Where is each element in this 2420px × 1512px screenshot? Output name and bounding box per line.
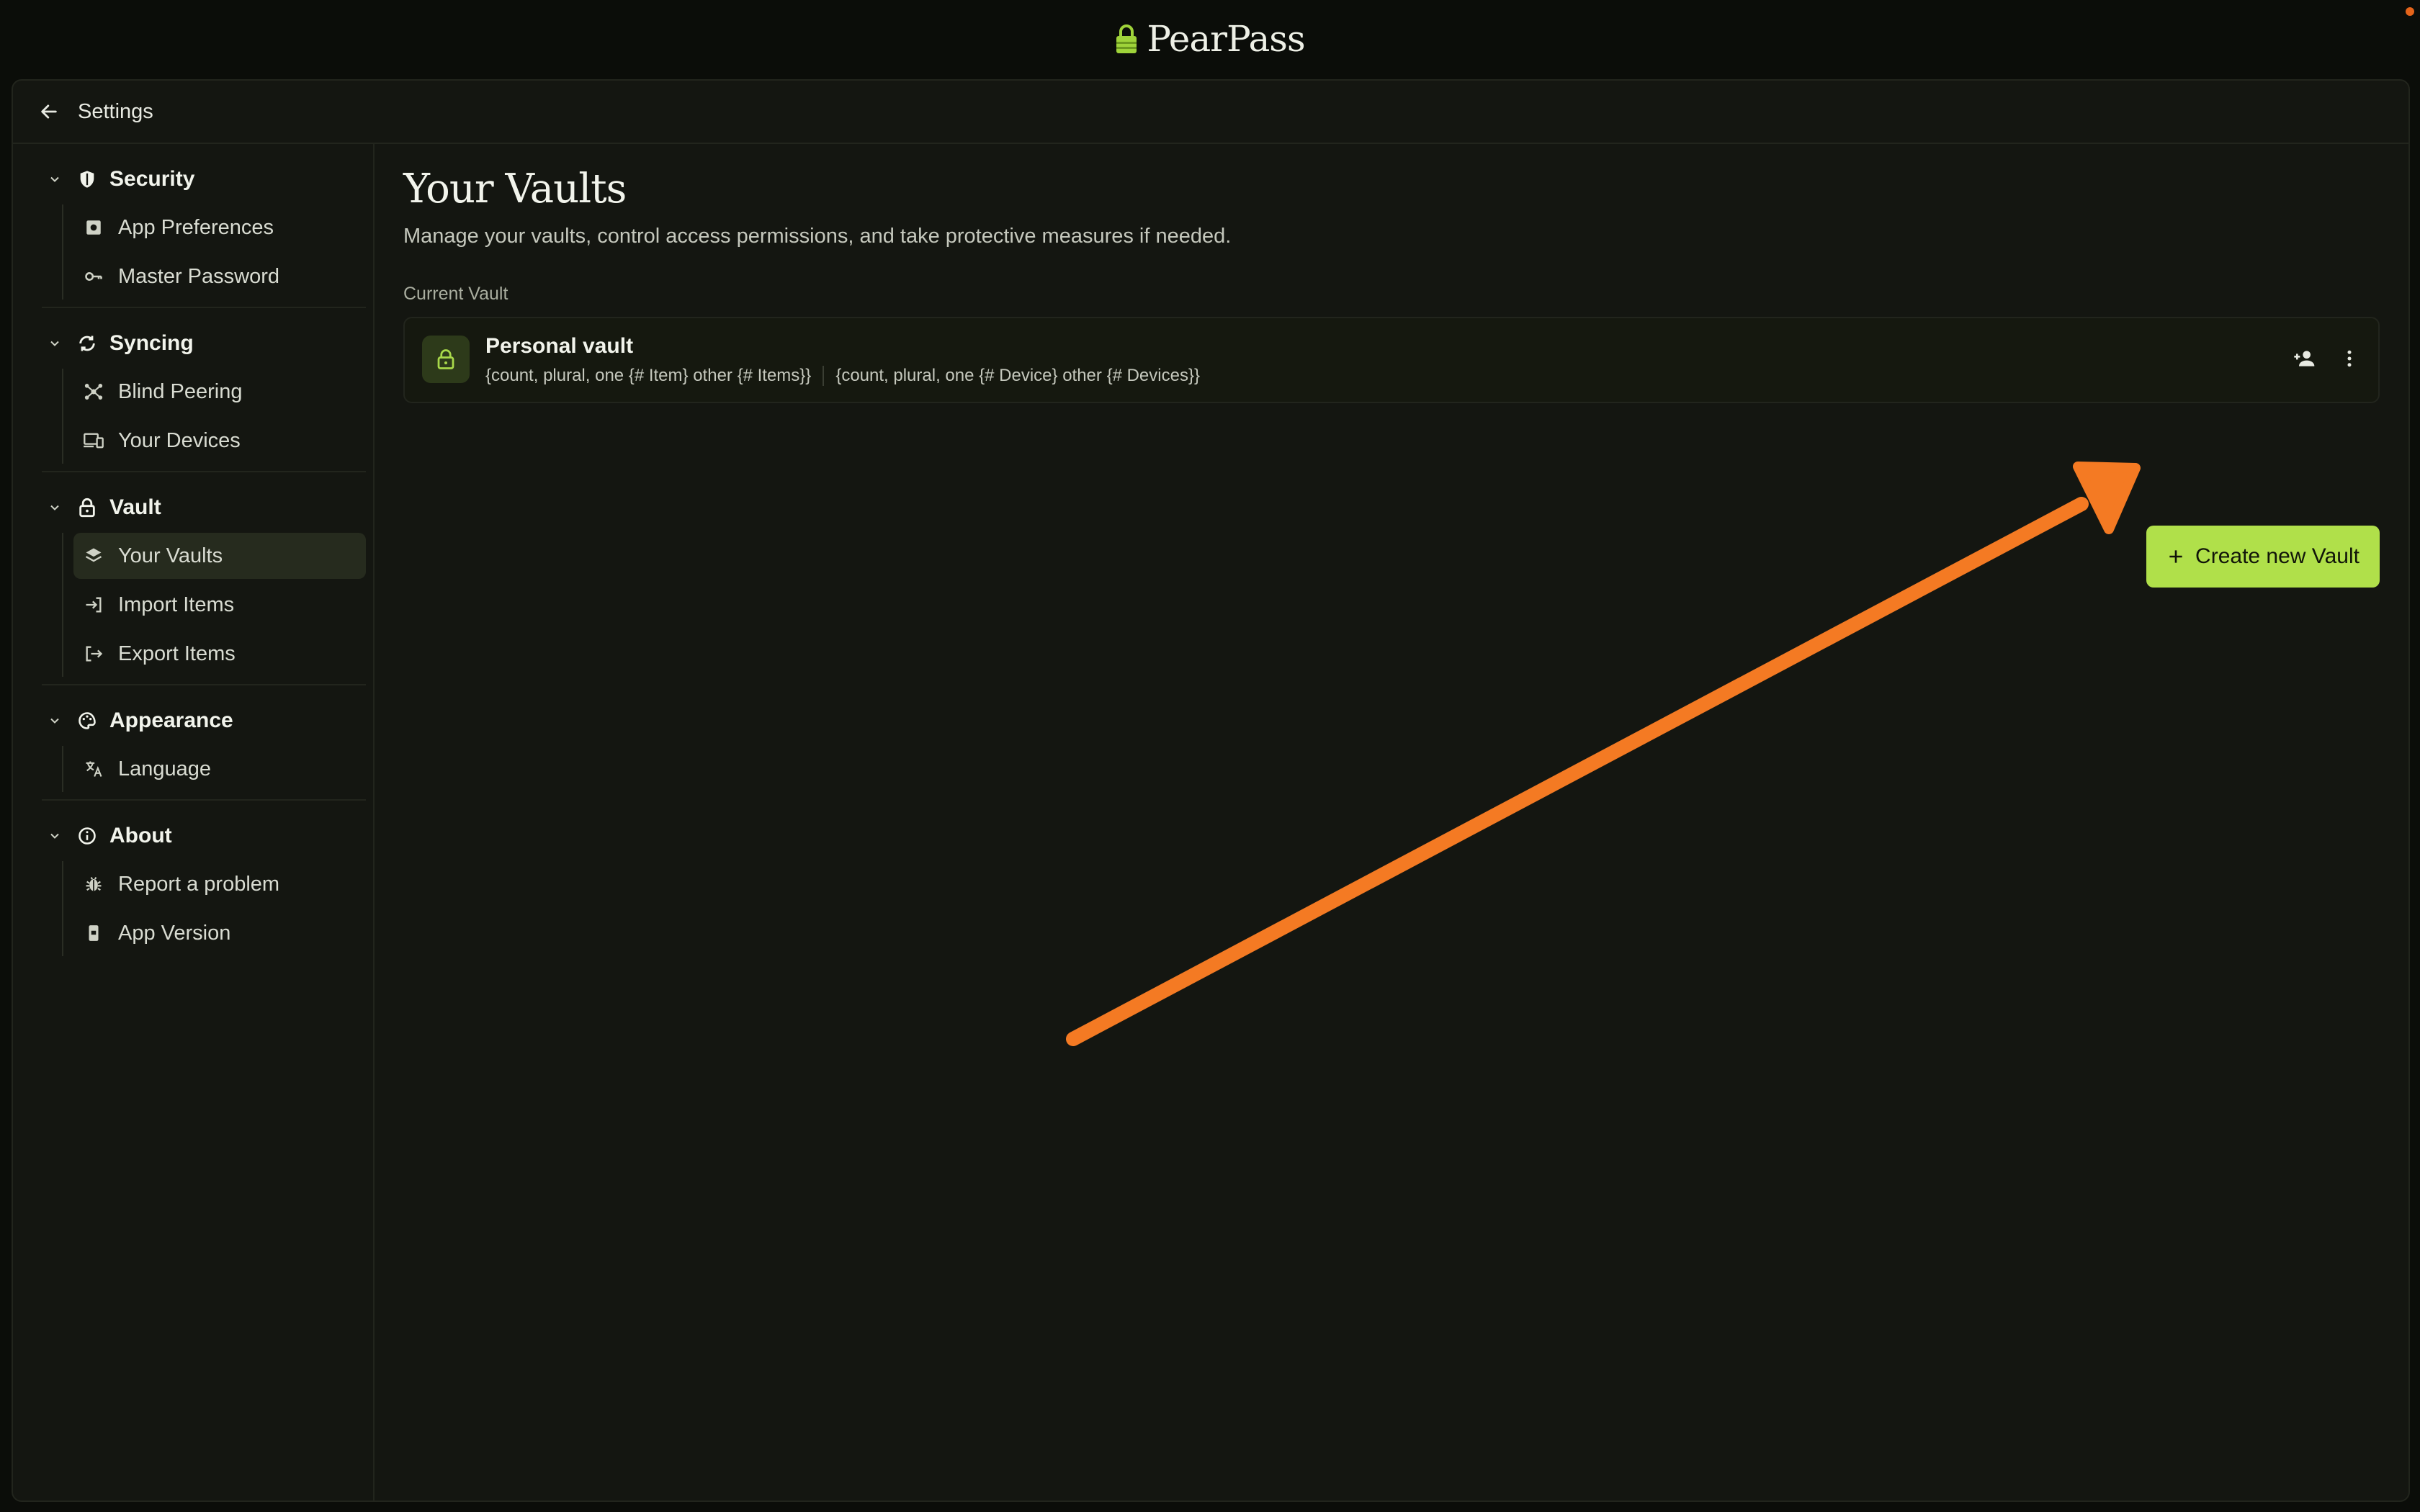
vault-card[interactable]: Personal vault {count, plural, one {# It…: [403, 317, 2380, 403]
info-icon: [75, 824, 99, 848]
sidebar-item-label: Import Items: [118, 593, 235, 616]
sidebar-section-vault-toggle[interactable]: Vault: [42, 482, 366, 533]
main-content: Your Vaults Manage your vaults, control …: [403, 144, 2380, 1500]
sidebar-item-master-password[interactable]: Master Password: [73, 253, 366, 300]
chevron-down-icon: [42, 500, 68, 515]
vault-devices-count: {count, plural, one {# Device} other {# …: [835, 366, 1200, 385]
palette-icon: [75, 708, 99, 733]
settings-panel: Settings Security App Preferences Master…: [12, 79, 2410, 1502]
sidebar-item-export-items[interactable]: Export Items: [73, 631, 366, 677]
sidebar-item-label: Language: [118, 757, 212, 780]
sidebar-section-security: Security App Preferences Master Password: [42, 154, 366, 308]
vault-name: Personal vault: [485, 334, 634, 358]
sidebar-section-label: Appearance: [109, 708, 233, 732]
chevron-down-icon: [42, 336, 68, 351]
sidebar-item-language[interactable]: Language: [73, 746, 366, 792]
bug-icon: [82, 873, 105, 896]
export-icon: [82, 642, 105, 665]
vault-card-actions: [2289, 343, 2365, 374]
share-vault-button[interactable]: [2289, 343, 2321, 374]
window-status-dot: [2406, 7, 2414, 16]
page-subtitle: Manage your vaults, control access permi…: [403, 225, 1232, 248]
import-icon: [82, 593, 105, 616]
vault-meta: {count, plural, one {# Item} other {# It…: [485, 366, 1200, 386]
sidebar-section-label: Security: [109, 167, 195, 191]
sidebar-section-label: Syncing: [109, 331, 194, 355]
chevron-down-icon: [42, 714, 68, 728]
phone-icon: [82, 922, 105, 945]
sidebar-item-label: App Preferences: [118, 215, 274, 239]
app-preferences-icon: [82, 216, 105, 239]
settings-header: Settings: [13, 81, 2408, 144]
sidebar-item-label: Export Items: [118, 642, 236, 665]
sidebar-item-label: Your Devices: [118, 428, 241, 452]
sidebar-item-label: Blind Peering: [118, 379, 243, 403]
back-button[interactable]: [35, 97, 63, 126]
translate-icon: [82, 757, 105, 780]
more-vertical-icon: [2347, 350, 2352, 367]
sidebar-section-syncing-toggle[interactable]: Syncing: [42, 318, 366, 369]
network-icon: [82, 380, 105, 403]
create-new-vault-button[interactable]: Create new Vault: [2146, 526, 2380, 588]
sidebar-section-about: About Report a problem App Version: [42, 811, 366, 963]
vault-more-button[interactable]: [2334, 343, 2365, 374]
sidebar-section-syncing: Syncing Blind Peering Your Devices: [42, 318, 366, 472]
sidebar-item-label: Master Password: [118, 264, 280, 288]
sidebar-section-vault: Vault Your Vaults Import Items Export It…: [42, 482, 366, 685]
sidebar-item-your-devices[interactable]: Your Devices: [73, 418, 366, 464]
sidebar-section-label: Vault: [109, 495, 161, 519]
sidebar-section-appearance-toggle[interactable]: Appearance: [42, 696, 366, 746]
lock-logo-icon: [1116, 24, 1137, 53]
create-button-label: Create new Vault: [2195, 544, 2360, 568]
layers-icon: [82, 544, 105, 567]
sidebar-section-label: About: [109, 824, 172, 847]
header-title: Settings: [78, 99, 153, 123]
page-title: Your Vaults: [403, 166, 627, 212]
settings-sidebar: Security App Preferences Master Password…: [13, 144, 375, 1500]
sidebar-item-blind-peering[interactable]: Blind Peering: [73, 369, 366, 415]
add-user-icon: [2294, 351, 2315, 366]
sidebar-item-app-preferences[interactable]: App Preferences: [73, 204, 366, 251]
devices-icon: [82, 429, 105, 452]
plus-icon: [2169, 550, 2182, 563]
title-bar: PearPass: [0, 0, 2420, 78]
sidebar-item-app-version[interactable]: App Version: [73, 910, 366, 956]
sidebar-section-appearance: Appearance Language: [42, 696, 366, 801]
app-name: PearPass: [1147, 18, 1305, 60]
sidebar-item-label: App Version: [118, 921, 231, 945]
meta-divider: [823, 366, 825, 386]
vault-items-count: {count, plural, one {# Item} other {# It…: [485, 366, 812, 385]
app-logo: PearPass: [1115, 18, 1306, 60]
current-vault-label: Current Vault: [403, 284, 508, 304]
sidebar-item-label: Report a problem: [118, 872, 280, 896]
chevron-down-icon: [42, 829, 68, 843]
arrow-left-icon: [41, 104, 57, 119]
sidebar-item-your-vaults[interactable]: Your Vaults: [73, 533, 366, 579]
sidebar-item-report-a-problem[interactable]: Report a problem: [73, 861, 366, 907]
sync-icon: [75, 331, 99, 356]
sidebar-section-security-toggle[interactable]: Security: [42, 154, 366, 204]
sidebar-item-import-items[interactable]: Import Items: [73, 582, 366, 628]
vault-lock-icon: [422, 336, 470, 383]
chevron-down-icon: [42, 172, 68, 186]
key-icon: [82, 265, 105, 288]
lock-icon: [75, 495, 99, 520]
sidebar-section-about-toggle[interactable]: About: [42, 811, 366, 861]
shield-icon: [75, 167, 99, 192]
sidebar-item-label: Your Vaults: [118, 544, 223, 567]
